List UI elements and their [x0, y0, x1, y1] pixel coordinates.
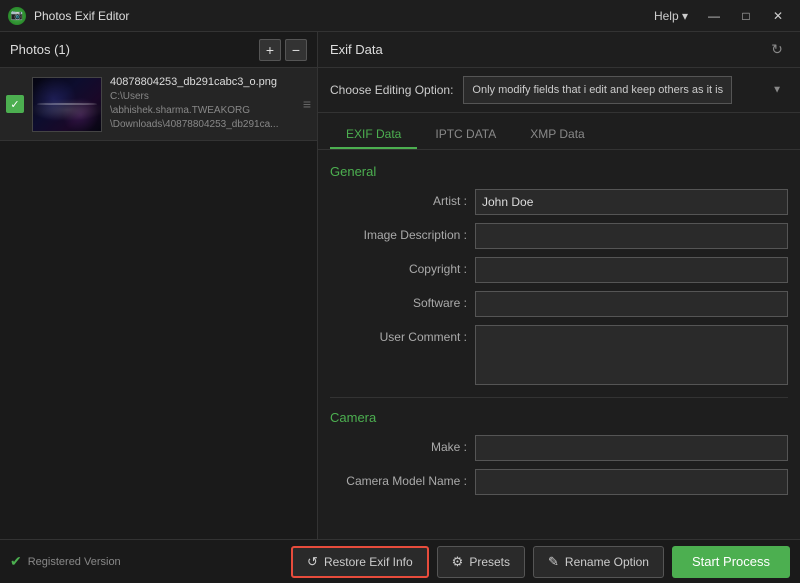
minimize-button[interactable]: — [700, 5, 728, 27]
editing-option-select[interactable]: Only modify fields that i edit and keep … [463, 76, 732, 104]
photos-title: Photos (1) [10, 42, 70, 57]
remove-photo-button[interactable]: − [285, 39, 307, 61]
title-bar-right: Help ▾ — □ ✕ [646, 5, 792, 27]
camera-section-title: Camera [330, 410, 788, 425]
tab-exif-data[interactable]: EXIF Data [330, 121, 417, 149]
exif-header: Exif Data ↻ [318, 32, 800, 68]
make-input[interactable] [475, 435, 788, 461]
rename-icon: ✎ [548, 554, 559, 570]
general-section-title: General [330, 164, 788, 179]
refresh-button[interactable]: ↻ [766, 39, 788, 61]
tabs-row: EXIF Data IPTC DATA XMP Data [318, 113, 800, 150]
tab-xmp-data[interactable]: XMP Data [514, 121, 600, 149]
photo-info: 40878804253_db291cabc3_o.png C:\Users \a… [110, 76, 295, 132]
status-icon: ✔ [10, 553, 22, 570]
artist-label: Artist : [330, 189, 475, 208]
exif-title: Exif Data [330, 42, 383, 57]
right-panel: Exif Data ↻ Choose Editing Option: Only … [318, 32, 800, 539]
section-divider [330, 397, 788, 398]
start-process-label: Start Process [692, 554, 770, 569]
status-area: ✔ Registered Version [10, 553, 170, 570]
user-comment-field-row: User Comment : [330, 325, 788, 385]
maximize-button[interactable]: □ [732, 5, 760, 27]
copyright-field-row: Copyright : [330, 257, 788, 283]
rename-label: Rename Option [565, 555, 649, 569]
main-container: Photos (1) + − ✓ 40878804253_db291cabc3_… [0, 32, 800, 539]
photo-path: C:\Users \abhishek.sharma.TWEAKORG \Down… [110, 90, 295, 132]
camera-model-input[interactable] [475, 469, 788, 495]
title-bar-left: 📷 Photos Exif Editor [8, 7, 129, 25]
rename-option-button[interactable]: ✎ Rename Option [533, 546, 664, 578]
app-title: Photos Exif Editor [34, 9, 129, 23]
photos-header: Photos (1) + − [0, 32, 317, 68]
restore-icon: ↺ [307, 554, 318, 570]
photo-thumbnail-image [33, 78, 101, 131]
software-field-row: Software : [330, 291, 788, 317]
software-label: Software : [330, 291, 475, 310]
image-description-field-row: Image Description : [330, 223, 788, 249]
left-panel: Photos (1) + − ✓ 40878804253_db291cabc3_… [0, 32, 318, 539]
tab-iptc-data[interactable]: IPTC DATA [419, 121, 512, 149]
title-bar: 📷 Photos Exif Editor Help ▾ — □ ✕ [0, 0, 800, 32]
start-process-button[interactable]: Start Process [672, 546, 790, 578]
select-arrow-icon: ▼ [772, 85, 782, 96]
help-button[interactable]: Help ▾ [646, 7, 696, 25]
copyright-label: Copyright : [330, 257, 475, 276]
photo-filename: 40878804253_db291cabc3_o.png [110, 76, 295, 88]
restore-exif-button[interactable]: ↺ Restore Exif Info [291, 546, 429, 578]
restore-label: Restore Exif Info [324, 555, 413, 569]
bottom-bar: ✔ Registered Version ↺ Restore Exif Info… [0, 539, 800, 583]
close-button[interactable]: ✕ [764, 5, 792, 27]
photo-menu-icon[interactable]: ≡ [303, 96, 311, 112]
user-comment-textarea[interactable] [475, 325, 788, 385]
artist-input[interactable] [475, 189, 788, 215]
make-label: Make : [330, 435, 475, 454]
editing-option-row: Choose Editing Option: Only modify field… [318, 68, 800, 113]
photo-checkbox[interactable]: ✓ [6, 95, 24, 113]
software-input[interactable] [475, 291, 788, 317]
presets-icon: ⚙ [452, 554, 464, 570]
camera-model-field-row: Camera Model Name : [330, 469, 788, 495]
image-description-input[interactable] [475, 223, 788, 249]
photo-item[interactable]: ✓ 40878804253_db291cabc3_o.png C:\Users … [0, 68, 317, 141]
presets-button[interactable]: ⚙ Presets [437, 546, 525, 578]
user-comment-label: User Comment : [330, 325, 475, 344]
presets-label: Presets [469, 555, 510, 569]
photo-thumbnail [32, 77, 102, 132]
artist-field-row: Artist : [330, 189, 788, 215]
header-buttons: + − [259, 39, 307, 61]
editing-option-wrapper: Only modify fields that i edit and keep … [463, 76, 788, 104]
camera-model-label: Camera Model Name : [330, 469, 475, 488]
status-text: Registered Version [28, 556, 121, 568]
make-field-row: Make : [330, 435, 788, 461]
copyright-input[interactable] [475, 257, 788, 283]
app-icon: 📷 [8, 7, 26, 25]
add-photo-button[interactable]: + [259, 39, 281, 61]
editing-option-label: Choose Editing Option: [330, 83, 453, 97]
content-area: General Artist : Image Description : Cop… [318, 150, 800, 539]
image-description-label: Image Description : [330, 223, 475, 242]
